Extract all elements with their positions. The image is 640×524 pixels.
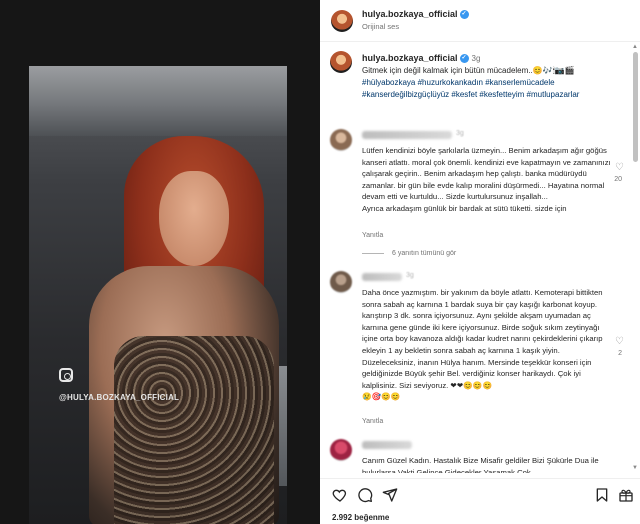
scroll-up-icon[interactable]: ▲ [632, 44, 638, 50]
like-count[interactable]: 2.992 beğenme [332, 513, 389, 522]
comment-like-count: 2 [618, 350, 622, 357]
comment-emoji-line: 😢🎯😊😊 [362, 392, 401, 402]
comment-body: Daha önce yazmıştım. bir yakınım da böyl… [362, 288, 603, 390]
video-watermark: @HULYA.BOZKAYA_OFFICIAL [59, 393, 180, 402]
caption-header: hulya.bozkaya_official ✓ 3g [362, 53, 481, 64]
caption-text: Gitmek için değil kalmak için bütün müca… [362, 65, 630, 101]
video-player[interactable]: @HULYA.BOZKAYA_OFFICIAL [29, 66, 287, 524]
caption-avatar[interactable] [330, 51, 352, 73]
view-replies-button[interactable]: 6 yanıtın tümünü gör [362, 250, 456, 257]
video-subject-face [159, 171, 229, 266]
comment-avatar[interactable] [330, 439, 352, 461]
like-heart-icon[interactable] [332, 487, 348, 503]
post-panel: hulya.bozkaya_official ✓ Orijinal ses hul… [320, 0, 640, 524]
header-username[interactable]: hulya.bozkaya_official ✓ [362, 9, 469, 20]
post-media[interactable]: @HULYA.BOZKAYA_OFFICIAL [0, 0, 320, 524]
comment: Canım Güzel Kadın. Hastalık Bize Misafir… [330, 439, 630, 473]
caption-username[interactable]: hulya.bozkaya_official [362, 53, 458, 63]
caption-body: Gitmek için değil kalmak için bütün müca… [362, 66, 575, 75]
comment: 3g Daha önce yazmıştım. bir yakınım da b… [330, 271, 630, 431]
comment-username-blurred[interactable] [362, 441, 412, 449]
comment-text: Canım Güzel Kadın. Hastalık Bize Misafir… [362, 456, 599, 473]
scrollbar-thumb[interactable] [633, 52, 638, 162]
video-background [29, 66, 287, 136]
verified-icon: ✓ [459, 10, 469, 20]
comment-time[interactable]: 3g [406, 272, 414, 279]
comment-like-count: 20 [614, 176, 622, 183]
header-username-text[interactable]: hulya.bozkaya_official [362, 9, 458, 19]
comment-time[interactable]: 3g [456, 130, 464, 137]
comment-body: Lütfen kendinizi böyle şarkılarla üzmeyi… [362, 146, 611, 202]
heart-icon[interactable]: ♡ [615, 163, 624, 173]
share-icon[interactable] [382, 487, 398, 503]
comment-avatar[interactable] [330, 129, 352, 151]
view-replies-label[interactable]: 6 yanıtın tümünü gör [392, 250, 456, 257]
avatar[interactable] [331, 10, 353, 32]
caption-time[interactable]: 3g [472, 54, 481, 63]
comment-text: Daha önce yazmıştım. bir yakınım da böyl… [362, 287, 612, 403]
comment-avatar[interactable] [330, 271, 352, 293]
divider [362, 252, 384, 254]
audio-label[interactable]: Orijinal ses [362, 22, 399, 31]
comment-body-continued: Ayrıca arkadaşım günlük bir bardak at sü… [362, 203, 567, 213]
comment: 3g Lütfen kendinizi böyle şarkılarla üzm… [330, 129, 630, 249]
comment-username-blurred[interactable] [362, 131, 452, 139]
instagram-icon [59, 368, 73, 382]
comment-text: Lütfen kendinizi böyle şarkılarla üzmeyi… [362, 145, 612, 215]
comments-scroll-area[interactable]: hulya.bozkaya_official ✓ 3g Gitmek için de… [320, 43, 640, 473]
verified-icon: ✓ [459, 54, 469, 64]
gift-icon[interactable] [618, 487, 634, 503]
comment-icon[interactable] [357, 487, 373, 503]
save-bookmark-icon[interactable] [594, 487, 610, 503]
reply-button[interactable]: Yanıtla [362, 232, 383, 239]
video-subject-dress [114, 336, 274, 524]
reply-button[interactable]: Yanıtla [362, 418, 383, 425]
caption-hashtags[interactable]: #hülyabozkaya #huzurkokankadın #kanserle… [362, 78, 579, 99]
post-header: hulya.bozkaya_official ✓ Orijinal ses [320, 0, 640, 42]
heart-icon[interactable]: ♡ [615, 337, 624, 347]
comment-username-blurred[interactable] [362, 273, 402, 281]
post-actions: 2.992 beğenme [320, 478, 640, 524]
scroll-down-icon[interactable]: ▼ [632, 465, 638, 471]
